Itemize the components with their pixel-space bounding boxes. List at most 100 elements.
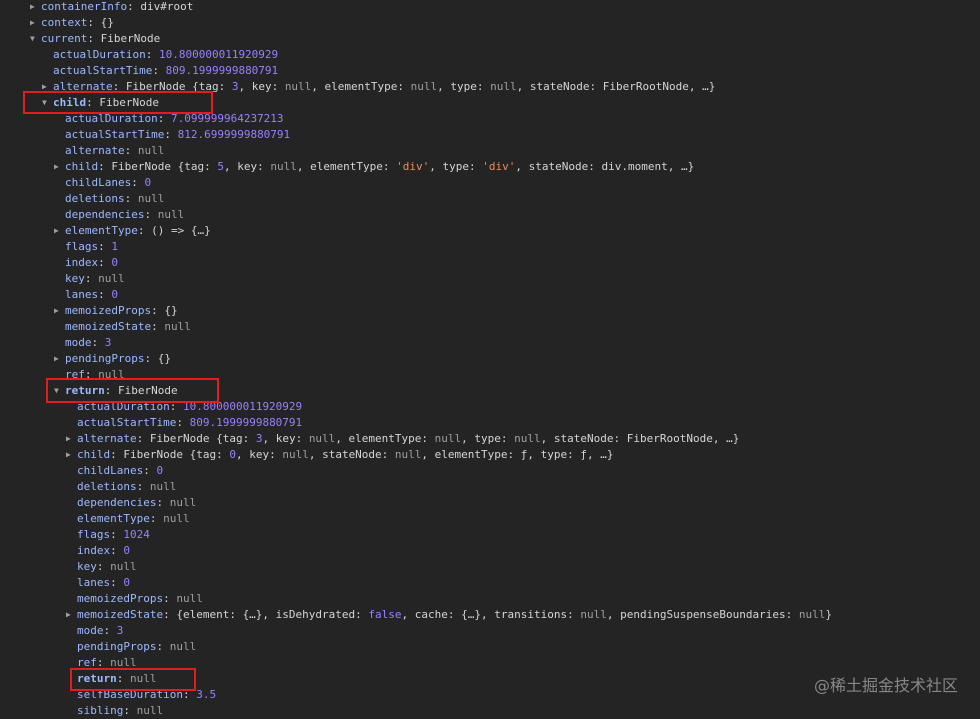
collapsed-triangle-icon[interactable]: ▶ <box>54 159 65 175</box>
tree-row[interactable]: ▶ memoizedProps: {} <box>54 303 178 319</box>
property-value: : <box>98 288 112 301</box>
property-value: null <box>394 448 422 461</box>
collapsed-triangle-icon[interactable]: ▶ <box>66 447 77 463</box>
collapsed-triangle-icon[interactable]: ▶ <box>66 607 77 623</box>
property-key: lanes <box>65 288 99 301</box>
property-value: : <box>152 64 166 77</box>
tree-row[interactable]: ▶ elementType: () => {…} <box>54 223 211 239</box>
property-value: null <box>580 608 607 621</box>
property-key: containerInfo <box>41 0 128 13</box>
property-key: alternate <box>77 432 137 445</box>
tree-row: index: 0 <box>66 543 130 559</box>
tree-row[interactable]: ▶ child: FiberNode {tag: 5, key: null, el… <box>54 159 694 175</box>
property-key: return <box>77 672 117 685</box>
property-value: : <box>98 256 112 269</box>
tree-row[interactable]: ▶ pendingProps: {} <box>54 351 171 367</box>
property-value: , stateNode: <box>516 80 603 93</box>
tree-row: actualDuration: 10.800000011920929 <box>42 47 278 63</box>
property-value: 0 <box>123 576 130 589</box>
property-key: context <box>41 16 88 29</box>
property-value: : <box>110 544 124 557</box>
tree-row[interactable]: ▼ child: FiberNode <box>42 95 159 111</box>
property-value: null <box>176 592 203 605</box>
property-value: , key: <box>235 448 283 461</box>
expanded-triangle-icon[interactable]: ▼ <box>42 95 53 111</box>
tree-row: key: null <box>54 271 125 287</box>
property-key: deletions <box>77 480 137 493</box>
tree-row: flags: 1024 <box>66 527 150 543</box>
tree-row: key: null <box>66 559 137 575</box>
property-value: null <box>308 432 336 445</box>
property-key: index <box>77 544 111 557</box>
tree-row: pendingProps: null <box>66 639 196 655</box>
property-key: actualStartTime <box>53 64 153 77</box>
collapsed-triangle-icon[interactable]: ▶ <box>42 79 53 95</box>
tree-row[interactable]: ▼ current: FiberNode <box>30 31 160 47</box>
tree-row[interactable]: ▶ memoizedState: {element: {…}, isDehydra… <box>66 607 832 623</box>
tree-row: alternate: null <box>54 143 164 159</box>
property-value: : <box>104 384 118 397</box>
collapsed-triangle-icon[interactable]: ▶ <box>30 15 41 31</box>
property-value: : {} <box>87 16 114 29</box>
property-key: childLanes <box>65 176 132 189</box>
collapsed-triangle-icon[interactable]: ▶ <box>54 223 65 239</box>
property-value: FiberNode {tag: <box>111 160 218 173</box>
tree-row: dependencies: null <box>54 207 184 223</box>
property-value: : <box>164 128 178 141</box>
tree-row: dependencies: null <box>66 495 196 511</box>
property-key: actualDuration <box>53 48 146 61</box>
property-value: : <box>163 592 177 605</box>
tree-row[interactable]: ▶ containerInfo: div#root <box>30 0 193 15</box>
tree-row: childLanes: 0 <box>54 175 151 191</box>
property-value: div.moment <box>601 160 668 173</box>
property-value: : <box>91 336 105 349</box>
property-value: FiberNode <box>100 32 161 45</box>
property-value: 0 <box>111 256 118 269</box>
tree-row: ref: null <box>54 367 125 383</box>
collapsed-triangle-icon[interactable]: ▶ <box>54 303 65 319</box>
tree-row: lanes: 0 <box>54 287 118 303</box>
property-value: , type: <box>437 80 491 93</box>
property-value: , elementType: <box>296 160 397 173</box>
tree-row[interactable]: ▶ alternate: FiberNode {tag: 3, key: null… <box>66 431 739 447</box>
tree-row: ref: null <box>66 655 137 671</box>
tree-row[interactable]: ▶ alternate: FiberNode {tag: 3, key: null… <box>42 79 715 95</box>
property-key: actualDuration <box>77 400 170 413</box>
property-value: , type: <box>461 432 515 445</box>
property-key: elementType <box>77 512 150 525</box>
collapsed-triangle-icon[interactable]: ▶ <box>66 431 77 447</box>
property-value: 0 <box>144 176 152 189</box>
expanded-triangle-icon[interactable]: ▼ <box>54 383 65 399</box>
expanded-triangle-icon[interactable]: ▼ <box>30 31 41 47</box>
collapsed-triangle-icon[interactable]: ▶ <box>54 351 65 367</box>
collapsed-triangle-icon[interactable]: ▶ <box>30 0 41 15</box>
property-value: : {element: {…}, isDehydrated: <box>163 608 369 621</box>
property-value: 10.800000011920929 <box>182 400 303 413</box>
tree-row: deletions: null <box>54 191 164 207</box>
property-value: null <box>149 480 177 493</box>
property-value: 'div' <box>396 160 430 173</box>
tree-row[interactable]: ▼ return: FiberNode <box>54 383 178 399</box>
property-value: () => {…} <box>151 224 211 237</box>
tree-row[interactable]: ▶ context: {} <box>30 15 114 31</box>
property-key: child <box>77 448 111 461</box>
tree-row: actualStartTime: 809.1999999880791 <box>66 415 302 431</box>
property-value: 1 <box>111 240 118 253</box>
property-key: memoizedProps <box>77 592 164 605</box>
property-key: mode <box>65 336 92 349</box>
property-key: flags <box>77 528 111 541</box>
object-property-tree: ▶ containerInfo: div#root ▶ context: {} ▼ cur… <box>0 0 980 718</box>
property-key: actualStartTime <box>77 416 177 429</box>
property-value: , stateNode: <box>308 448 395 461</box>
property-value: : <box>143 464 157 477</box>
property-key: ref <box>77 656 97 669</box>
property-value: 7.099999964237213 <box>170 112 284 125</box>
watermark: @稀土掘金技术社区 <box>813 676 958 695</box>
tree-row[interactable]: ▶ child: FiberNode {tag: 0, key: null, st… <box>66 447 614 463</box>
property-value: 809.1999999880791 <box>165 64 279 77</box>
property-value: null <box>164 320 191 333</box>
property-value: null <box>169 640 197 653</box>
property-key: child <box>65 160 99 173</box>
property-value: , type: <box>429 160 483 173</box>
property-key: lanes <box>77 576 111 589</box>
